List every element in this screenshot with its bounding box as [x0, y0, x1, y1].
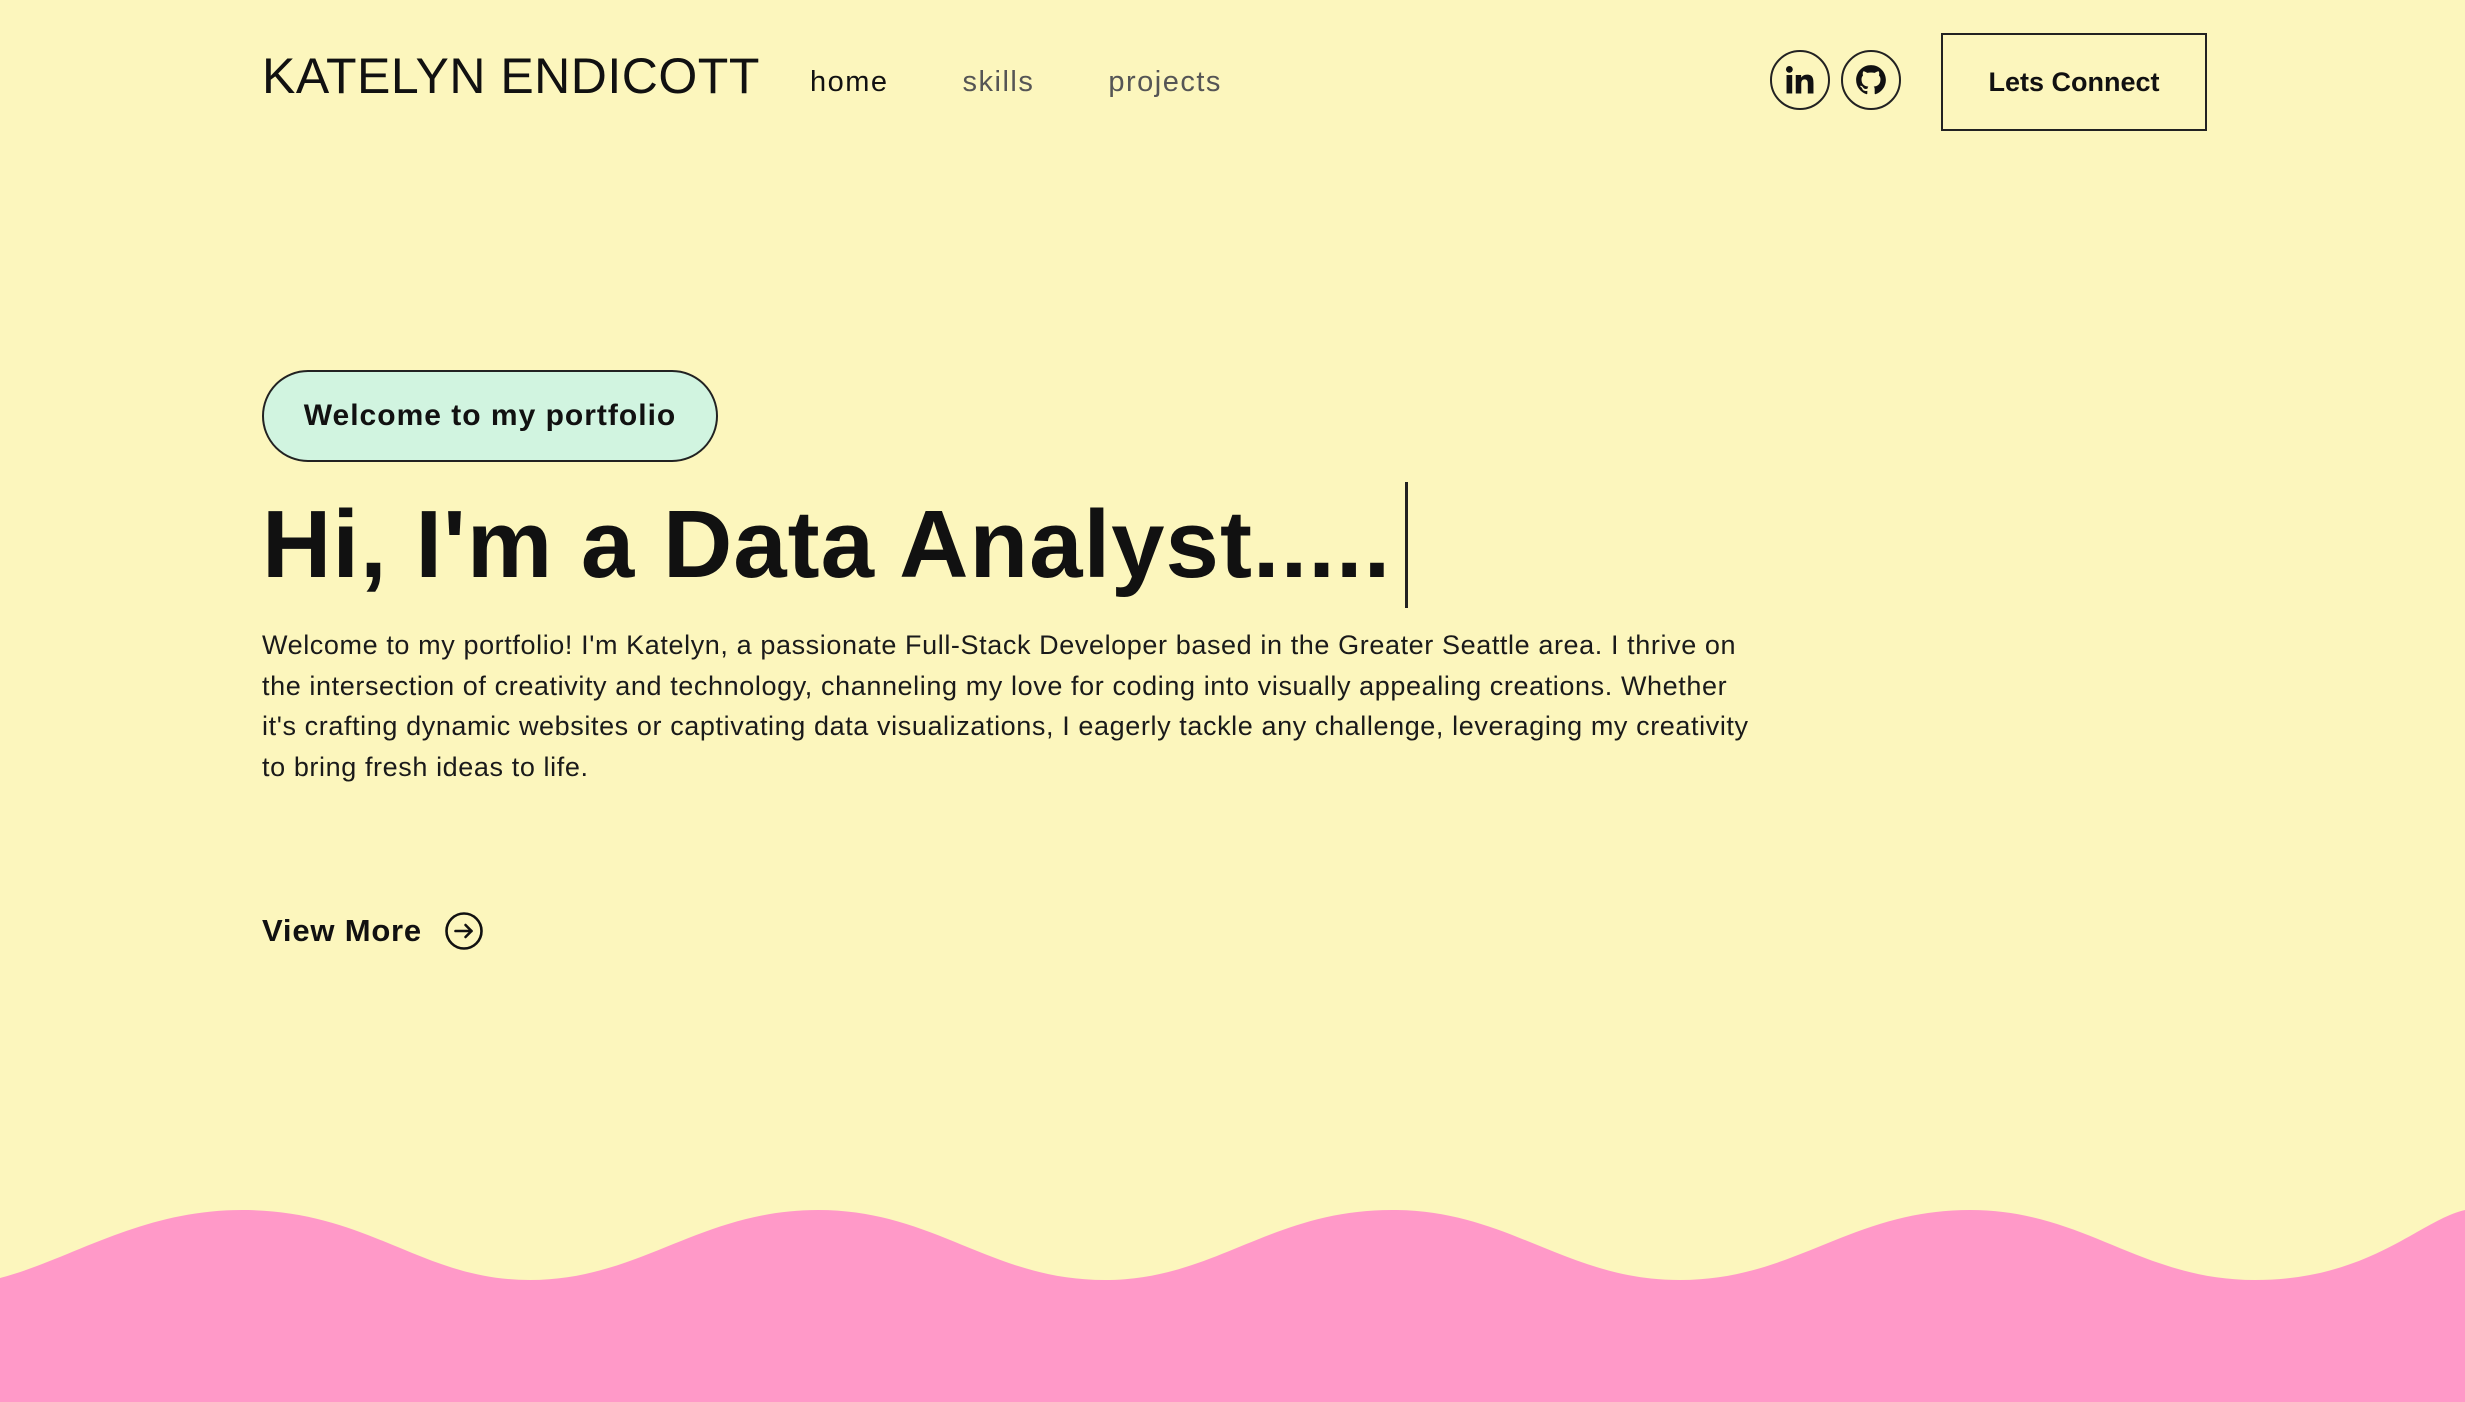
arrow-right-circle-icon: [445, 912, 483, 950]
github-icon: [1856, 65, 1886, 95]
bio-paragraph: Welcome to my portfolio! I'm Katelyn, a …: [262, 630, 1749, 782]
typing-cursor: [1405, 482, 1409, 608]
linkedin-link[interactable]: [1770, 50, 1830, 110]
nav-links: home skills projects: [810, 60, 1296, 104]
portfolio-page: KATELYN ENDICOTT home skills projects Le…: [0, 0, 2465, 1402]
welcome-tagline: Welcome to my portfolio: [262, 370, 718, 462]
headline-text: Hi, I'm a Data Analyst.....: [262, 491, 1392, 598]
hero-headline: Hi, I'm a Data Analyst.....: [262, 480, 1409, 610]
pink-wave-divider: [0, 1210, 2465, 1402]
nav-link-projects[interactable]: projects: [1108, 66, 1222, 99]
nav-link-home[interactable]: home: [810, 66, 889, 99]
linkedin-icon: [1785, 65, 1814, 94]
brand-name[interactable]: KATELYN ENDICOTT: [262, 44, 760, 108]
github-link[interactable]: [1841, 50, 1901, 110]
navbar: KATELYN ENDICOTT home skills projects Le…: [0, 0, 2465, 165]
nav-link-skills[interactable]: skills: [963, 66, 1035, 99]
view-more-button[interactable]: View More: [262, 906, 484, 956]
view-more-label: View More: [262, 913, 422, 948]
lets-connect-button[interactable]: Lets Connect: [1941, 33, 2207, 131]
